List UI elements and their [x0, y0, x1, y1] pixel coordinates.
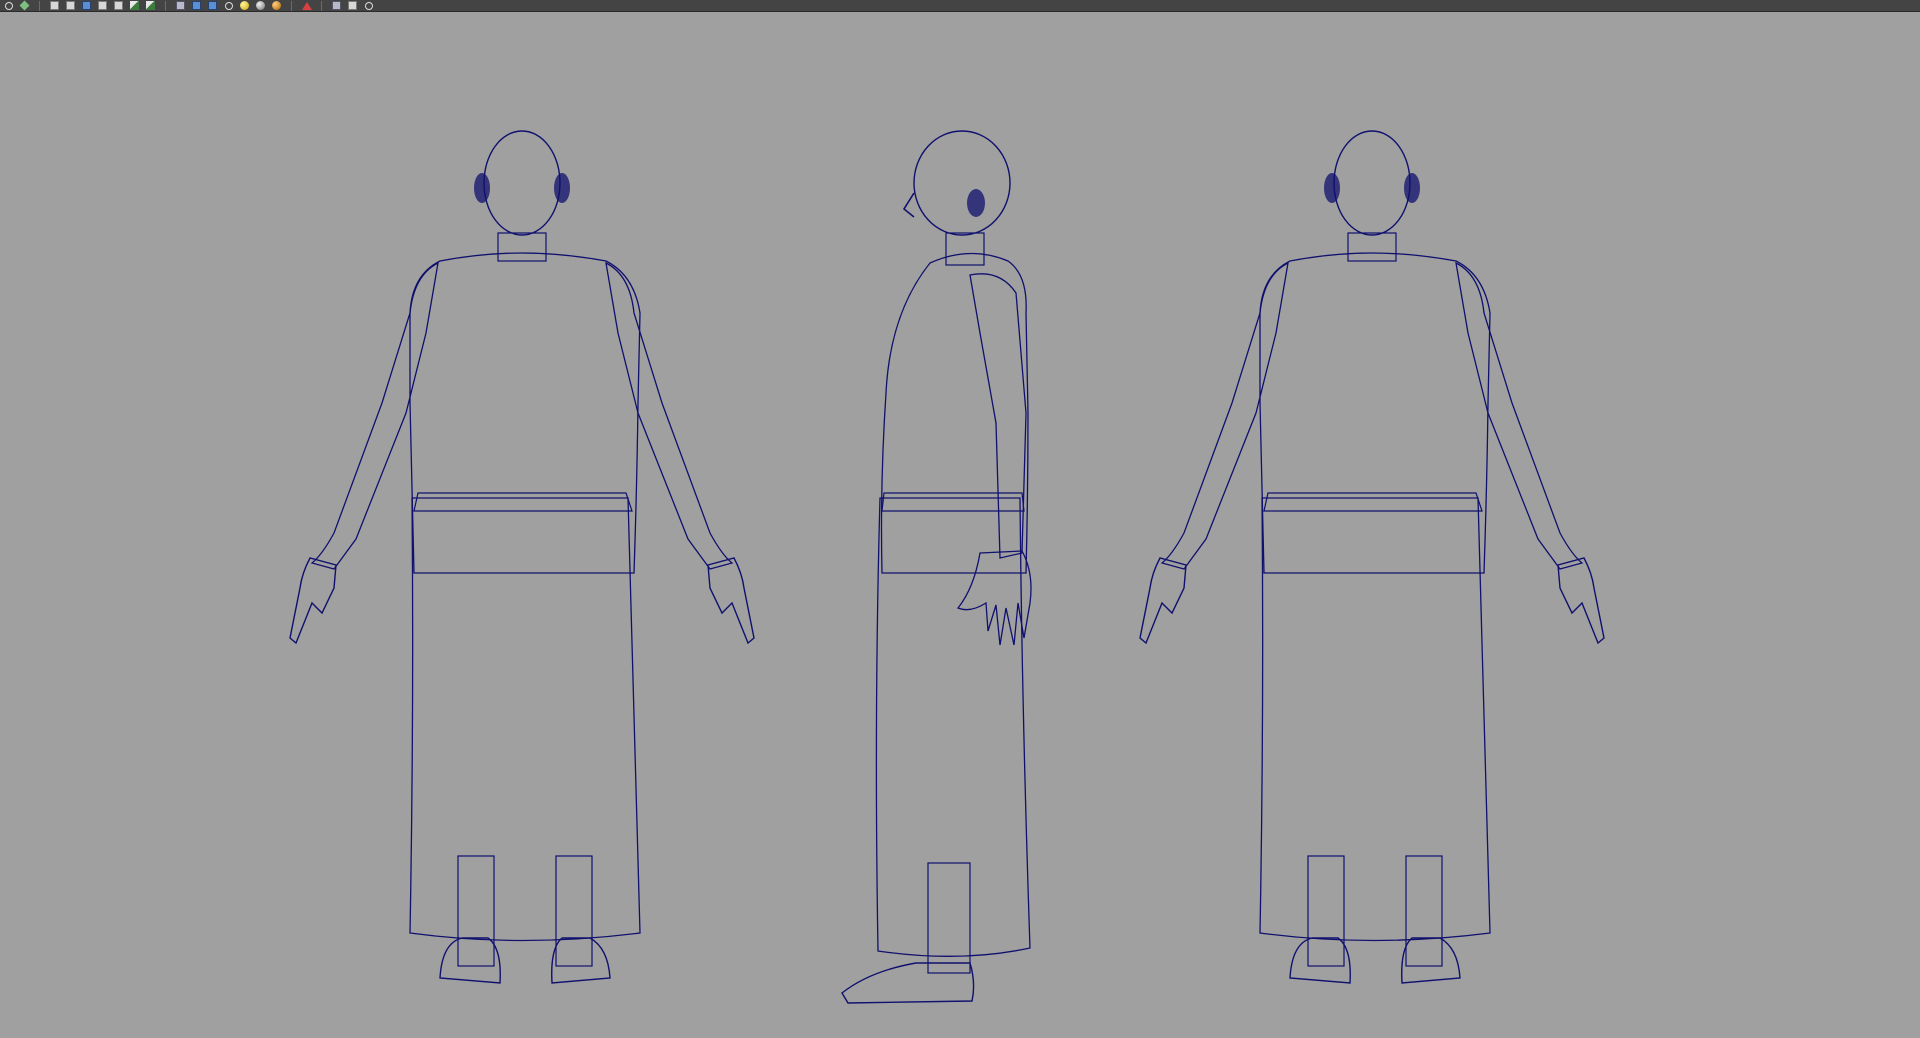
front-view-model[interactable]	[289, 130, 755, 984]
toolbar-separator	[291, 0, 292, 11]
3d-viewport[interactable]	[0, 13, 1920, 1038]
paint-select-icon	[19, 0, 30, 11]
render-frame-icon	[66, 1, 75, 10]
attribute-icon	[146, 1, 155, 10]
camera-attributes-button[interactable]	[346, 1, 359, 11]
ipr-render-icon	[82, 1, 91, 10]
shadows-icon	[272, 1, 281, 10]
wireframe-shade-icon	[176, 1, 185, 10]
default-light-icon	[240, 1, 249, 10]
side-view-model[interactable]	[841, 130, 1032, 1004]
wireframe-scene	[289, 130, 1605, 1004]
textured-button[interactable]	[206, 1, 219, 11]
toolbar-separator	[39, 0, 40, 11]
paint-select-button[interactable]	[18, 0, 31, 11]
ipr-render-button[interactable]	[80, 1, 93, 11]
wireframe-shade-button[interactable]	[174, 1, 187, 11]
shadows-button[interactable]	[270, 1, 283, 11]
xray-button[interactable]	[330, 1, 343, 11]
bookmark-button[interactable]	[362, 1, 375, 11]
viewport-toolbar	[0, 0, 1920, 12]
lights-button[interactable]	[222, 1, 235, 11]
isolate-select-icon	[301, 1, 312, 10]
lights-icon	[224, 1, 233, 10]
render-settings-icon	[98, 1, 107, 10]
back-view-model[interactable]	[1139, 130, 1605, 984]
all-lights-icon	[256, 1, 265, 10]
render-view-button[interactable]	[48, 1, 61, 11]
snap-icon	[4, 1, 13, 10]
toolbar-separator	[321, 0, 322, 11]
snap-button[interactable]	[2, 1, 15, 11]
hypershade-icon	[114, 1, 123, 10]
hypershade-button[interactable]	[112, 1, 125, 11]
render-view-icon	[50, 1, 59, 10]
default-light-button[interactable]	[238, 1, 251, 11]
attribute-button[interactable]	[144, 1, 157, 11]
textured-icon	[208, 1, 217, 10]
xray-icon	[332, 1, 341, 10]
grid-toggle-icon	[130, 1, 139, 10]
isolate-select-button[interactable]	[300, 1, 313, 11]
all-lights-button[interactable]	[254, 1, 267, 11]
render-settings-button[interactable]	[96, 1, 109, 11]
bookmark-icon	[364, 1, 373, 10]
smooth-shade-button[interactable]	[190, 1, 203, 11]
camera-attributes-icon	[348, 1, 357, 10]
render-frame-button[interactable]	[64, 1, 77, 11]
smooth-shade-icon	[192, 1, 201, 10]
toolbar-separator	[165, 0, 166, 11]
grid-toggle-button[interactable]	[128, 1, 141, 11]
